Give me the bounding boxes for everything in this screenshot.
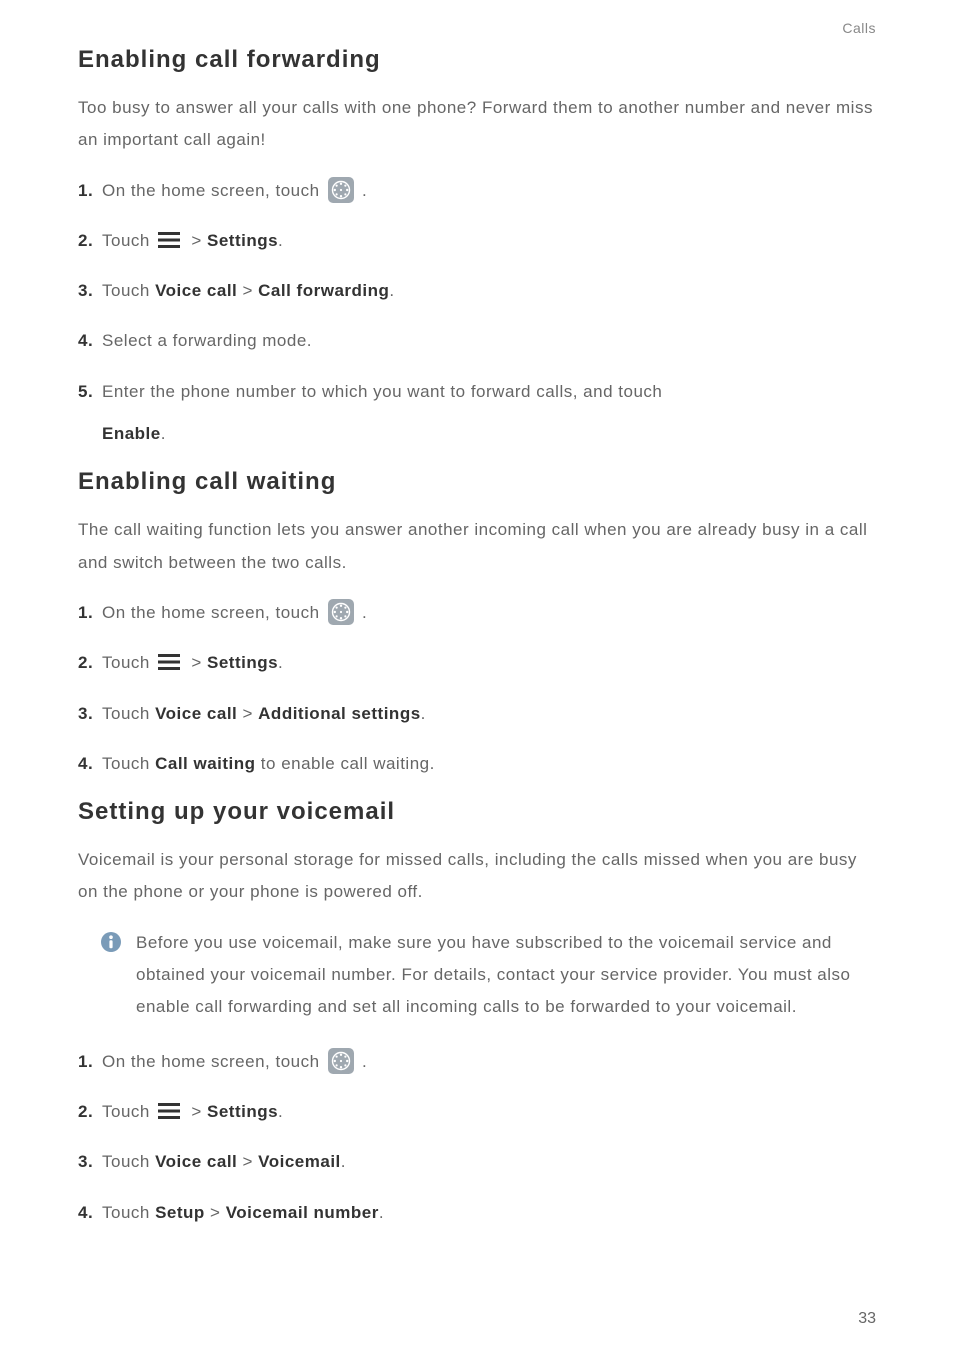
step-text: . [278, 1102, 283, 1121]
step-1: On the home screen, touch . [78, 175, 876, 207]
step-text: On the home screen, touch [102, 181, 325, 200]
step-text: . [421, 704, 426, 723]
step-text: On the home screen, touch [102, 1052, 325, 1071]
step-text: > [205, 1203, 226, 1222]
intro-voicemail: Voicemail is your personal storage for m… [78, 844, 876, 909]
step-text: On the home screen, touch [102, 603, 325, 622]
step-text: > [237, 704, 258, 723]
step-text: . [362, 603, 367, 622]
note-block: Before you use voicemail, make sure you … [100, 927, 876, 1024]
step-text: Touch [102, 281, 155, 300]
step-text: . [278, 231, 283, 250]
step-5: Enter the phone number to which you want… [78, 376, 876, 451]
settings-label: Settings [207, 1102, 278, 1121]
dialer-icon [328, 1048, 354, 1074]
settings-label: Settings [207, 231, 278, 250]
step-text: . [379, 1203, 384, 1222]
step-1: On the home screen, touch . [78, 597, 876, 629]
info-icon [100, 931, 122, 953]
step-text: Touch [102, 1152, 155, 1171]
step-3: Touch Voice call > Call forwarding. [78, 275, 876, 307]
settings-label: Settings [207, 653, 278, 672]
step-text: > [191, 1102, 207, 1121]
step-text: . [341, 1152, 346, 1171]
step-text: . [278, 653, 283, 672]
dialer-icon [328, 599, 354, 625]
step-text: Touch [102, 1203, 155, 1222]
step-text: > [237, 281, 258, 300]
step-2: Touch > Settings. [78, 1096, 876, 1128]
step-2: Touch > Settings. [78, 225, 876, 257]
steps-call-waiting: On the home screen, touch . Touch > Sett… [78, 597, 876, 780]
step-3: Touch Voice call > Voicemail. [78, 1146, 876, 1178]
menu-icon [157, 231, 181, 249]
setup-label: Setup [155, 1203, 205, 1222]
voicemail-number-label: Voicemail number [226, 1203, 379, 1222]
page-container: Calls Enabling call forwarding Too busy … [0, 0, 954, 1352]
page-number: 33 [858, 1310, 876, 1328]
additional-settings-label: Additional settings [258, 704, 421, 723]
menu-icon [157, 653, 181, 671]
section-title-voicemail: Setting up your voicemail [78, 798, 876, 826]
voice-call-label: Voice call [155, 1152, 237, 1171]
step-text: Enter the phone number to which you want… [102, 382, 662, 401]
intro-call-forwarding: Too busy to answer all your calls with o… [78, 92, 876, 157]
voicemail-label: Voicemail [258, 1152, 341, 1171]
note-text: Before you use voicemail, make sure you … [136, 927, 876, 1024]
chapter-label: Calls [78, 20, 876, 36]
step-text: Touch [102, 231, 155, 250]
step-text: > [191, 653, 207, 672]
step-3: Touch Voice call > Additional settings. [78, 698, 876, 730]
section-title-call-waiting: Enabling call waiting [78, 468, 876, 496]
steps-call-forwarding: On the home screen, touch . Touch > Sett… [78, 175, 876, 451]
call-waiting-label: Call waiting [155, 754, 255, 773]
steps-voicemail: On the home screen, touch . Touch > Sett… [78, 1046, 876, 1229]
step-text: Touch [102, 1102, 155, 1121]
menu-icon [157, 1102, 181, 1120]
step-text: > [191, 231, 207, 250]
step-4: Touch Setup > Voicemail number. [78, 1197, 876, 1229]
voice-call-label: Voice call [155, 704, 237, 723]
step-2: Touch > Settings. [78, 647, 876, 679]
step-text: Touch [102, 754, 155, 773]
step-text: . [389, 281, 394, 300]
step-text: . [362, 181, 367, 200]
section-title-call-forwarding: Enabling call forwarding [78, 46, 876, 74]
step-4: Touch Call waiting to enable call waitin… [78, 748, 876, 780]
enable-label: Enable [102, 424, 161, 443]
step-text: . [161, 424, 166, 443]
step-text: > [237, 1152, 258, 1171]
step-text: Touch [102, 653, 155, 672]
step-text: to enable call waiting. [261, 754, 435, 773]
step-1: On the home screen, touch . [78, 1046, 876, 1078]
dialer-icon [328, 177, 354, 203]
step-text: Touch [102, 704, 155, 723]
call-forwarding-label: Call forwarding [258, 281, 389, 300]
step-4: Select a forwarding mode. [78, 325, 876, 357]
step-text: . [362, 1052, 367, 1071]
step-text: Select a forwarding mode. [102, 331, 312, 350]
voice-call-label: Voice call [155, 281, 237, 300]
intro-call-waiting: The call waiting function lets you answe… [78, 514, 876, 579]
